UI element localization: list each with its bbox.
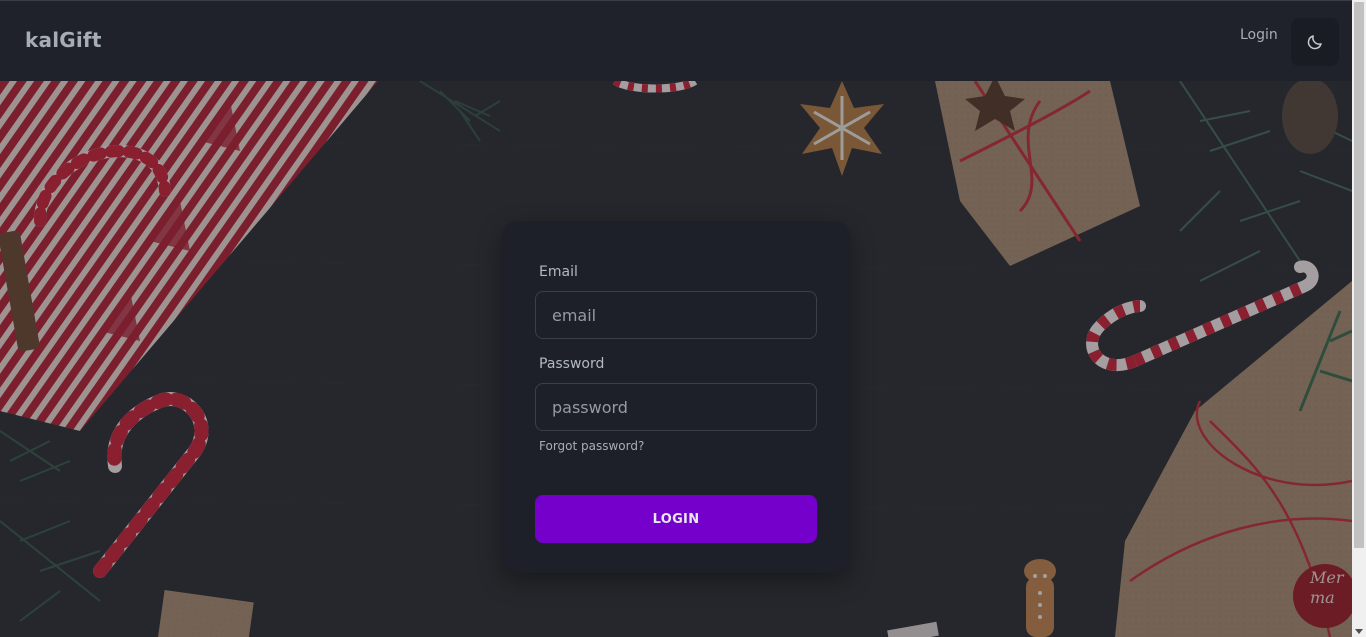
scrollbar-thumb[interactable] (1354, 2, 1364, 548)
login-card: Email Password Forgot password? LOGIN (502, 221, 850, 573)
password-input[interactable] (535, 383, 817, 431)
theme-toggle-button[interactable] (1291, 18, 1339, 66)
app: Mer ma Email Password Forgot password? (0, 0, 1366, 637)
forgot-password-link[interactable]: Forgot password? (539, 439, 644, 453)
scroll-down-arrow-icon[interactable] (1355, 629, 1363, 634)
nav-login-link[interactable]: Login (1240, 27, 1278, 43)
email-label: Email (539, 264, 578, 280)
page-scrollbar[interactable] (1352, 0, 1366, 637)
brand-logo[interactable]: kalGift (25, 28, 102, 52)
navbar: kalGift Login (0, 0, 1352, 81)
email-input[interactable] (535, 291, 817, 339)
password-label: Password (539, 356, 605, 372)
moon-icon (1307, 35, 1322, 50)
login-button[interactable]: LOGIN (535, 495, 817, 543)
hero-background: Mer ma Email Password Forgot password? (0, 81, 1352, 637)
